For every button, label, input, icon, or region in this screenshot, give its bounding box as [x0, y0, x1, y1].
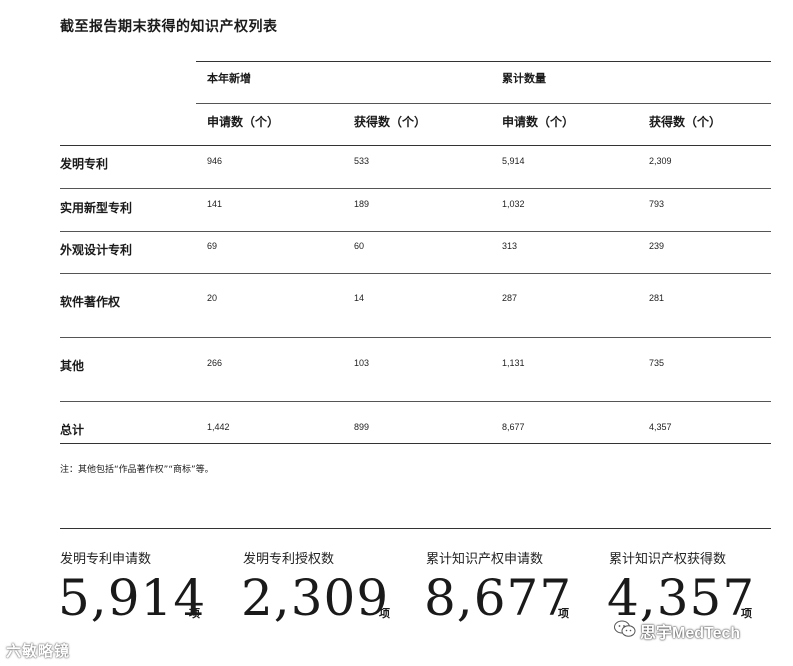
- stats-top-rule: [60, 528, 771, 529]
- table-cell: 899: [354, 422, 370, 432]
- table-cell: 533: [354, 156, 370, 166]
- table-cell: 793: [649, 199, 665, 209]
- watermark-right-text: 思宇MedTech: [640, 625, 741, 642]
- stat-value: 5,914: [58, 569, 207, 627]
- row-divider: [60, 145, 771, 146]
- row-label: 外观设计专利: [60, 243, 133, 257]
- table-cell: 239: [649, 241, 665, 251]
- table-cell: 946: [207, 156, 223, 166]
- table-cell: 189: [354, 199, 370, 209]
- table-cell: 1,442: [207, 422, 230, 432]
- table-cell: 4,357: [649, 422, 672, 432]
- row-label: 其他: [60, 359, 85, 373]
- stat-unit: 项: [189, 607, 200, 620]
- row-divider: [60, 188, 771, 189]
- sub-header: 获得数（个）: [354, 115, 427, 129]
- table-cell: 1,131: [502, 358, 525, 368]
- group-header-new: 本年新增: [207, 72, 251, 85]
- table-cell: 1,032: [502, 199, 525, 209]
- watermark-left: 六敏略镜: [6, 642, 71, 660]
- table-cell: 281: [649, 293, 665, 303]
- sub-header: 申请数（个）: [502, 115, 575, 129]
- table-cell: 14: [354, 293, 365, 303]
- table-note: 注：其他包括“作品著作权”“商标”等。: [60, 465, 214, 475]
- row-label: 软件著作权: [60, 295, 121, 309]
- table-cell: 5,914: [502, 156, 525, 166]
- stat-unit: 项: [379, 607, 390, 620]
- sub-header: 申请数（个）: [207, 115, 280, 129]
- table-cell: 266: [207, 358, 223, 368]
- table-cell: 287: [502, 293, 518, 303]
- table-cell: 103: [354, 358, 370, 368]
- wechat-icon: [614, 620, 636, 642]
- stat-unit: 项: [558, 607, 569, 620]
- stat-value: 2,309: [241, 569, 390, 627]
- table-top-rule: [196, 61, 771, 62]
- header-divider: [196, 103, 771, 104]
- table-cell: 2,309: [649, 156, 672, 166]
- table-cell: 313: [502, 241, 518, 251]
- watermark-right: 思宇MedTech: [614, 620, 740, 642]
- row-divider: [60, 401, 771, 402]
- sub-header: 获得数（个）: [649, 115, 722, 129]
- row-label-total: 总计: [60, 423, 85, 437]
- stat-label: 发明专利授权数: [243, 552, 335, 567]
- stat-value: 8,677: [424, 569, 573, 627]
- row-divider: [60, 337, 771, 338]
- stat-unit: 项: [741, 607, 752, 620]
- table-cell: 141: [207, 199, 223, 209]
- table-cell: 735: [649, 358, 665, 368]
- stat-label: 发明专利申请数: [60, 552, 152, 567]
- row-divider: [60, 443, 771, 444]
- row-divider: [60, 273, 771, 274]
- page-title: 截至报告期末获得的知识产权列表: [60, 19, 278, 35]
- row-divider: [60, 231, 771, 232]
- table-cell: 20: [207, 293, 218, 303]
- stat-label: 累计知识产权申请数: [426, 552, 544, 567]
- row-label: 实用新型专利: [60, 201, 133, 215]
- stat-label: 累计知识产权获得数: [609, 552, 727, 567]
- row-label: 发明专利: [60, 157, 109, 171]
- table-cell: 8,677: [502, 422, 525, 432]
- table-cell: 69: [207, 241, 218, 251]
- group-header-cumulative: 累计数量: [502, 72, 546, 85]
- table-cell: 60: [354, 241, 365, 251]
